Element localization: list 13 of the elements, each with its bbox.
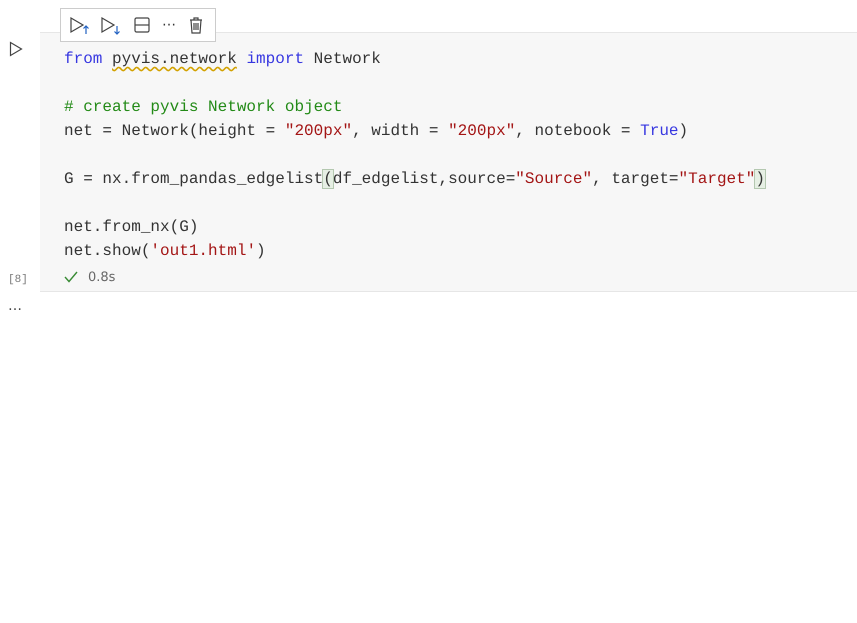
run-above-icon[interactable] (69, 15, 91, 35)
execution-count: [8] (8, 274, 28, 286)
code-line: net.from_nx(G) (64, 218, 198, 236)
code-line: from pyvis.network import Network (64, 50, 381, 68)
code-line: net.show('out1.html') (64, 242, 266, 260)
code-line: net = Network(height = "200px", width = "200px", notebook = True) (64, 122, 688, 140)
code-line: G = nx.from_pandas_edgelist(df_edgelist,source="Source", target="Target") (64, 170, 765, 188)
output-ellipsis[interactable]: … (0, 292, 28, 314)
duration-text: 0.8s (88, 270, 116, 284)
run-icon[interactable] (9, 41, 23, 57)
run-below-icon[interactable] (100, 15, 122, 35)
code-line: # create pyvis Network object (64, 98, 342, 116)
more-button[interactable]: ⋯ (162, 15, 176, 35)
